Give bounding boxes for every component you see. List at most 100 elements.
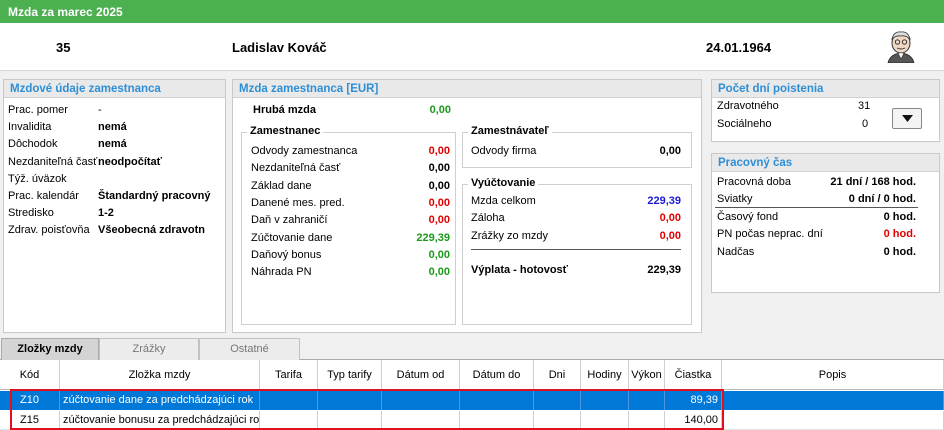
tab-bar: Zložky mzdy Zrážky Ostatné (0, 338, 944, 360)
settlement-value: 229,39 (647, 195, 681, 207)
wage-panel: Mzda zamestnanca [EUR] Hrubá mzda 0,00 Z… (232, 79, 702, 333)
settlement-value: 0,00 (659, 229, 681, 242)
wage-components-table: Kód Zložka mzdy Tarifa Typ tarify Dátum od Dá… (0, 360, 944, 430)
settlement-divider (471, 249, 681, 250)
work-time-value: 0 hod. (883, 246, 916, 258)
employee-field-label: Zdrav. poisťovňa (8, 224, 90, 237)
gross-wage-label: Hrubá mzda (253, 104, 316, 116)
employee-field-value: - (98, 104, 102, 116)
employee-field-label: Týž. úväzok (8, 172, 67, 185)
employee-field-value: nemá (98, 121, 127, 134)
col-days-header[interactable]: Dni (534, 360, 581, 390)
col-component-header[interactable]: Zložka mzdy (60, 360, 260, 390)
employee-avatar (884, 29, 918, 64)
employee-deduction-label: Danené mes. pred. (251, 196, 345, 209)
employee-field-value: neodpočítať (98, 155, 162, 168)
col-date-to-header[interactable]: Dátum do (460, 360, 534, 390)
employee-group-title: Zamestnanec (247, 125, 324, 137)
col-code-header[interactable]: Kód (0, 360, 60, 390)
col-tariff-header[interactable]: Tarifa (260, 360, 318, 390)
employee-field-label: Nezdaniteľná časť (8, 155, 98, 168)
col-amount-cell: 89,39 (665, 391, 722, 410)
employee-deduction-value: 0,00 (428, 248, 450, 261)
settlement-label: Zrážky zo mzdy (471, 229, 549, 242)
work-time-label: Pracovná doba (717, 176, 791, 188)
window-title: Mzda za marec 2025 (0, 0, 944, 23)
col-date-from-cell (382, 410, 460, 430)
col-tariff-type-cell (318, 391, 382, 410)
col-tariff-type-cell (318, 410, 382, 430)
work-time-label: Časový fond (717, 211, 779, 223)
employee-deduction-label: Zúčtovanie dane (251, 231, 333, 244)
col-description-header[interactable]: Popis (722, 360, 944, 390)
col-days-cell (534, 391, 581, 410)
employee-name: Ladislav Kováč (232, 40, 327, 55)
employee-field-value: 1-2 (98, 207, 114, 220)
work-time-divider (715, 207, 918, 208)
col-code-cell: Z15 (0, 410, 60, 430)
employee-deduction-value: 0,00 (428, 196, 450, 209)
employee-field-label: Prac. pomer (8, 104, 68, 116)
settlement-value: 0,00 (659, 212, 681, 225)
table-row[interactable]: Z15 zúčtovanie bonusu za predchádzajúci r… (0, 410, 944, 430)
work-time-value: 0 dní / 0 hod. (848, 193, 916, 205)
employee-deduction-label: Náhrada PN (251, 266, 312, 279)
col-date-to-cell (460, 391, 534, 410)
employee-deduction-label: Nezdaniteľná časť (251, 162, 341, 175)
table-row[interactable]: Z10 zúčtovanie dane za predchádzajúci rok… (0, 391, 944, 410)
panel-title: Pracovný čas (712, 154, 939, 172)
employee-deduction-value: 0,00 (428, 179, 450, 192)
settlement-label: Záloha (471, 212, 505, 225)
expand-insurance-button[interactable] (892, 108, 922, 129)
work-time-label: PN počas neprac. dní (717, 228, 823, 240)
employee-field-label: Dôchodok (8, 138, 58, 151)
settlement-label: Mzda celkom (471, 195, 536, 207)
employee-id: 35 (56, 40, 71, 55)
col-amount-cell: 140,00 (665, 410, 722, 430)
col-tariff-cell (260, 391, 318, 410)
insurance-days-panel: Počet dní poistenia Zdravotného 31 Sociá… (711, 79, 940, 142)
employee-deduction-value: 0,00 (428, 214, 450, 227)
work-time-value: 0 hod. (883, 211, 916, 223)
panel-title: Mzdové údaje zamestnanca (4, 80, 225, 98)
tab-deductions[interactable]: Zrážky (99, 338, 199, 360)
employee-data-panel: Mzdové údaje zamestnanca Prac. pomer - Inv… (3, 79, 226, 333)
tab-wage-components[interactable]: Zložky mzdy (1, 338, 99, 360)
employee-deduction-value: 0,00 (428, 266, 450, 279)
employee-deduction-label: Odvody zamestnanca (251, 145, 358, 157)
payout-label: Výplata - hotovosť (471, 264, 568, 276)
work-time-label: Nadčas (717, 246, 755, 258)
employer-group-title: Zamestnávateľ (468, 125, 552, 137)
work-time-panel: Pracovný čas Pracovná doba 21 dní / 168 h… (711, 153, 940, 293)
employee-deduction-value: 229,39 (416, 231, 450, 244)
employee-field-value: Štandardný pracovný (98, 190, 211, 202)
social-insurance-label: Sociálneho (717, 118, 772, 130)
settlement-group-title: Vyúčtovanie (468, 177, 539, 189)
col-hours-header[interactable]: Hodiny (581, 360, 629, 390)
col-component-cell: zúčtovanie bonusu za predchádzajúci rok (60, 410, 260, 430)
employee-deduction-label: Základ dane (251, 179, 312, 192)
col-amount-header[interactable]: Čiastka (665, 360, 722, 390)
work-time-value: 21 dní / 168 hod. (830, 176, 916, 188)
employee-deduction-label: Daňový bonus (251, 248, 322, 261)
employee-field-value: nemá (98, 138, 127, 151)
col-date-to-cell (460, 410, 534, 430)
col-tariff-type-header[interactable]: Typ tarify (318, 360, 382, 390)
col-component-cell: zúčtovanie dane za predchádzajúci rok (60, 391, 260, 410)
col-performance-cell (629, 410, 665, 430)
health-insurance-value: 31 (858, 100, 871, 112)
employee-field-label: Stredisko (8, 207, 54, 220)
col-hours-cell (581, 410, 629, 430)
col-description-cell (722, 410, 944, 430)
work-time-value: 0 hod. (883, 228, 916, 240)
gross-wage-value: 0,00 (429, 104, 451, 116)
employer-contributions-value: 0,00 (659, 145, 681, 157)
employee-deduction-label: Daň v zahraničí (251, 214, 328, 227)
col-date-from-header[interactable]: Dátum od (382, 360, 460, 390)
tab-other[interactable]: Ostatné (199, 338, 300, 360)
chevron-down-icon (902, 115, 913, 122)
col-description-cell (722, 391, 944, 410)
health-insurance-label: Zdravotného (717, 100, 779, 112)
employee-field-value: Všeobecná zdravotn (98, 224, 205, 237)
col-performance-header[interactable]: Výkon (629, 360, 665, 390)
